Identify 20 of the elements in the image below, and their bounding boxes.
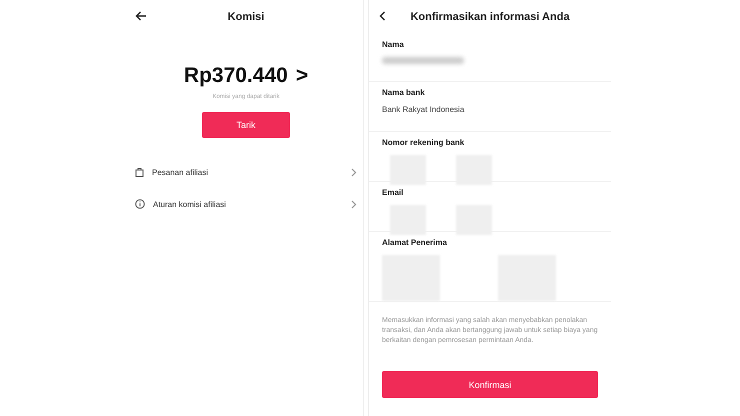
back-arrow-icon[interactable] [135, 11, 147, 21]
menu-item[interactable]: Aturan komisi afiliasi [153, 200, 343, 208]
chevron-icon [351, 200, 357, 208]
bag-icon [135, 167, 144, 177]
withdraw-button[interactable]: Tarik [202, 112, 290, 138]
field-label: Nama bank [382, 88, 426, 97]
chevron-icon [351, 168, 357, 176]
commission-amount: Rp370.440 [184, 64, 288, 88]
field-label: Email [382, 188, 404, 197]
screen-title: Konfirmasikan informasi Anda [410, 11, 570, 23]
screen-title: Komisi [228, 11, 264, 23]
field-label: Nama [382, 40, 405, 49]
field-label: Alamat Penerima [382, 238, 448, 247]
back-chevron-icon[interactable] [379, 11, 386, 21]
field-value: Bank Rakyat Indonesia [382, 105, 466, 114]
confirm-button[interactable]: Konfirmasi [382, 371, 598, 398]
amount-chevron[interactable]: > [296, 64, 308, 88]
info-icon [135, 199, 145, 209]
menu-item[interactable]: Pesanan afiliasi [152, 168, 343, 176]
field-label: Nomor rekening bank [382, 138, 466, 147]
